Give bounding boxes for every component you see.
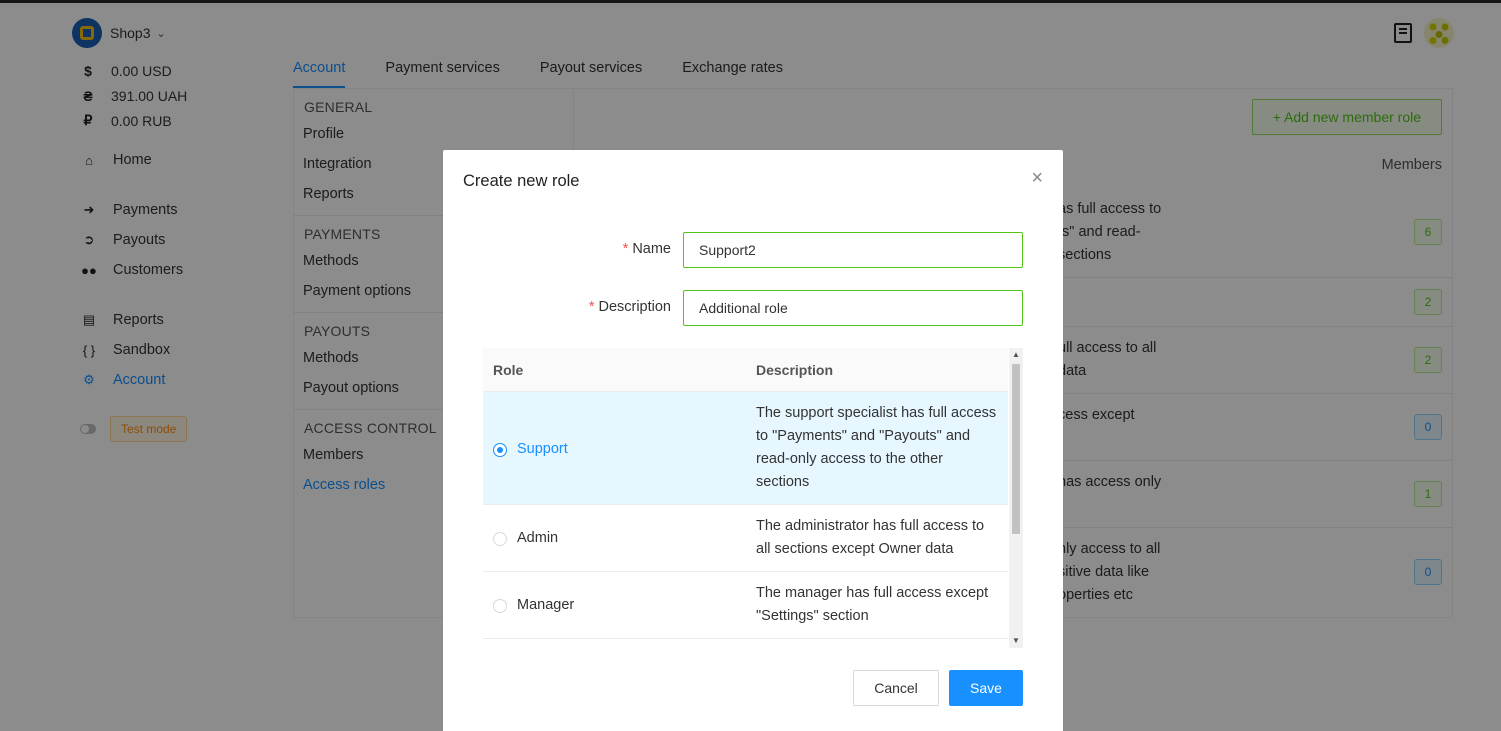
col-description-header: Description (756, 362, 834, 378)
name-label: * Name (622, 241, 671, 257)
role-name: Support (517, 441, 568, 457)
desc-line: sections (756, 474, 810, 490)
role-description: The administrator has full access to all… (756, 515, 1006, 561)
role-name: Manager (517, 597, 575, 613)
desc-line: read-only access to the other (756, 451, 943, 467)
col-role-header: Role (493, 362, 524, 378)
table-row-admin[interactable]: Admin The administrator has full access … (483, 505, 1008, 572)
desc-line: The support specialist has full access (756, 405, 997, 421)
table-row-support[interactable]: Support The support specialist has full … (483, 392, 1008, 505)
desc-line: The administrator has full access to (756, 518, 985, 534)
description-row: * Description (443, 290, 1023, 326)
description-label: * Description (588, 299, 671, 315)
table-header: Role Description (483, 348, 1008, 392)
table-scrollbar[interactable]: ▲ ▼ (1009, 348, 1023, 648)
scroll-down-arrow-icon[interactable]: ▼ (1009, 634, 1023, 648)
role-template-table: Role Description Support The support spe… (483, 348, 1023, 648)
description-input[interactable] (683, 290, 1023, 326)
close-icon[interactable]: × (1031, 168, 1043, 188)
modal-title: Create new role (463, 172, 580, 190)
desc-line: all sections except Owner data (756, 541, 954, 557)
cancel-button[interactable]: Cancel (853, 670, 939, 706)
desc-line: "Settings" section (756, 608, 869, 624)
description-label-text: Description (598, 299, 671, 315)
manager-radio[interactable] (493, 599, 507, 613)
role-description: The manager has full access except "Sett… (756, 582, 1006, 628)
support-radio[interactable] (493, 443, 507, 457)
scroll-thumb[interactable] (1012, 364, 1020, 534)
save-button[interactable]: Save (949, 670, 1023, 706)
admin-radio[interactable] (493, 532, 507, 546)
create-role-modal: Create new role × *Name *Description Rol… (443, 150, 1063, 731)
table-row-manager[interactable]: Manager The manager has full access exce… (483, 572, 1008, 639)
scroll-up-arrow-icon[interactable]: ▲ (1009, 348, 1023, 362)
name-row: * Name (443, 232, 1023, 268)
name-input[interactable] (683, 232, 1023, 268)
desc-line: The manager has full access except (756, 585, 989, 601)
name-label-text: Name (632, 241, 671, 257)
role-description: The support specialist has full access t… (756, 402, 1006, 494)
desc-line: to "Payments" and "Payouts" and (756, 428, 971, 444)
role-name: Admin (517, 530, 559, 546)
